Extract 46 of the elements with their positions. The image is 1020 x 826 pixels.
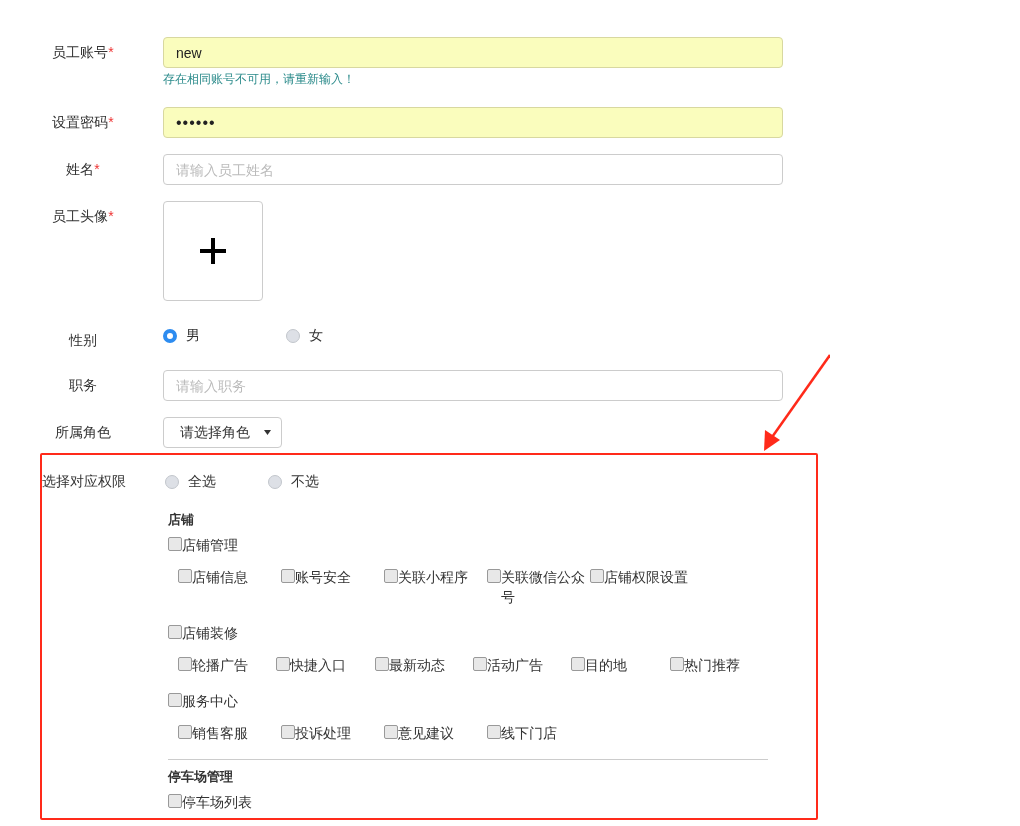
permission-checkbox[interactable]: 线下门店 bbox=[487, 723, 590, 743]
radio-option[interactable]: 不选 bbox=[268, 473, 371, 491]
avatar-upload-button[interactable] bbox=[163, 201, 263, 301]
field-label: 设置密码 bbox=[52, 114, 109, 130]
permission-checkbox[interactable]: 投诉处理 bbox=[281, 723, 384, 743]
field-label: 所属角色 bbox=[55, 424, 111, 440]
permission-checkbox[interactable]: 热门推荐 bbox=[669, 655, 768, 675]
module-checkbox[interactable]: 停车场列表 bbox=[168, 792, 252, 812]
required-mark: * bbox=[108, 44, 114, 60]
field-label: 职务 bbox=[69, 377, 97, 393]
permission-checkbox[interactable]: 销售客服 bbox=[178, 723, 281, 743]
group-title: 停车场管理 bbox=[168, 768, 234, 786]
caret-icon bbox=[264, 430, 271, 435]
module-checkbox[interactable]: 店铺装修 bbox=[168, 623, 238, 643]
permission-checkbox[interactable]: 目的地 bbox=[571, 655, 670, 675]
permission-checkbox[interactable]: 账号安全 bbox=[281, 567, 384, 607]
permission-checkbox[interactable]: 店铺权限设置 bbox=[590, 567, 693, 607]
permission-checkbox[interactable]: 最新动态 bbox=[374, 655, 473, 675]
field-label: 员工账号 bbox=[52, 44, 109, 60]
module-checkbox[interactable]: 店铺管理 bbox=[168, 535, 238, 555]
radio-option[interactable]: 男 bbox=[163, 327, 286, 345]
permission-checkbox[interactable]: 意见建议 bbox=[384, 723, 487, 743]
field-label: 选择对应权限 bbox=[42, 473, 126, 489]
radio-option[interactable]: 全选 bbox=[165, 473, 268, 491]
role-dropdown[interactable]: 请选择角色 bbox=[163, 417, 282, 448]
permission-checkbox[interactable]: 轮播广告 bbox=[178, 655, 277, 675]
field-label: 员工头像 bbox=[52, 208, 109, 224]
permission-checkbox[interactable]: 关联微信公众号 bbox=[487, 567, 590, 607]
required-mark: * bbox=[108, 114, 114, 130]
field-label: 姓名 bbox=[66, 161, 95, 177]
permission-checkbox[interactable]: 活动广告 bbox=[473, 655, 572, 675]
error-hint: 存在相同账号不可用，请重新输入！ bbox=[163, 71, 356, 88]
position-input[interactable]: 请输入职务 bbox=[163, 370, 783, 401]
permission-checkbox[interactable]: 关联小程序 bbox=[384, 567, 487, 607]
required-mark: * bbox=[94, 161, 100, 177]
account-input[interactable]: new bbox=[163, 37, 783, 68]
name-input[interactable]: 请输入员工姓名 bbox=[163, 154, 783, 185]
radio-option[interactable]: 女 bbox=[286, 327, 409, 345]
required-mark: * bbox=[108, 208, 114, 224]
permission-checkbox[interactable]: 店铺信息 bbox=[178, 567, 281, 607]
field-label: 性别 bbox=[69, 332, 97, 348]
permission-checkbox[interactable]: 快捷入口 bbox=[276, 655, 375, 675]
plus-icon bbox=[200, 238, 226, 264]
password-input[interactable]: •••••• bbox=[163, 107, 783, 138]
group-title: 店铺 bbox=[168, 511, 195, 529]
module-checkbox[interactable]: 服务中心 bbox=[168, 691, 238, 711]
